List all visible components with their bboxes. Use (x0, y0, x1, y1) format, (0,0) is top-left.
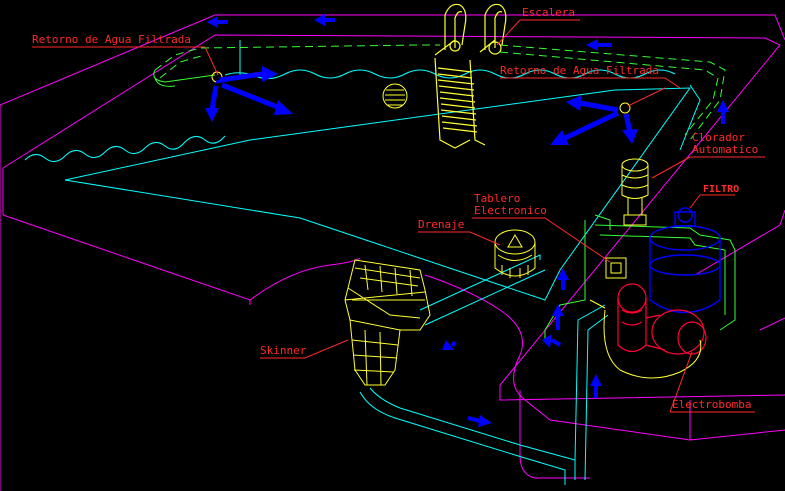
label-retorno-right: Retorno de Agua Filtrada (500, 64, 659, 77)
label-skinner: Skinner (260, 344, 307, 357)
pool-shell (0, 14, 785, 491)
flow-arrow-icon (478, 415, 492, 427)
flow-arrow-icon (550, 338, 562, 347)
flow-arrow-icon (622, 129, 638, 144)
label-drenaje: Drenaje (418, 218, 465, 231)
filter-tank-icon (649, 207, 721, 314)
wall-grate-icon (382, 83, 408, 109)
flow-arrow-icon (579, 100, 619, 113)
flow-arrow-icon (450, 340, 457, 348)
flow-arrow-icon (563, 110, 620, 141)
flow-arrow-icon (467, 416, 481, 423)
flow-arrow-icon (274, 100, 293, 115)
flow-arrow-icon (542, 334, 552, 348)
skimmer-icon (344, 259, 431, 386)
chlorinator-icon (621, 158, 649, 226)
label-electrobomba: Electrobomba (672, 398, 752, 411)
flow-arrow-icon (205, 108, 219, 122)
flow-arrow-icon (590, 374, 602, 386)
flow-arrow-icon (215, 78, 229, 84)
leader-lines (32, 19, 765, 413)
pool-diagram-svg (0, 3, 785, 491)
ladder-icon (434, 3, 507, 149)
label-escalera: Escalera (522, 6, 575, 19)
flow-arrow-icon (209, 85, 219, 111)
flow-arrow-icon (623, 113, 633, 133)
flow-arrow-icon (557, 268, 569, 280)
label-filtro: FILTRO (703, 184, 740, 195)
label-tablero-line2: Electronico (474, 204, 547, 217)
flow-arrow-icon (314, 14, 325, 26)
flow-arrow-icon (221, 82, 281, 111)
flow-arrow-icon (262, 66, 278, 82)
pool-plan-drawing: Escalera Retorno de Agua Filtrada Retorn… (0, 0, 785, 491)
label-retorno-left: Retorno de Agua Filtrada (32, 33, 191, 46)
flow-arrow-icon (566, 95, 582, 111)
label-clorador-line2: Automatico (692, 143, 759, 156)
flow-arrow-icon (586, 39, 598, 51)
pump-motor-icon (617, 283, 707, 355)
drain-icon (494, 229, 536, 278)
